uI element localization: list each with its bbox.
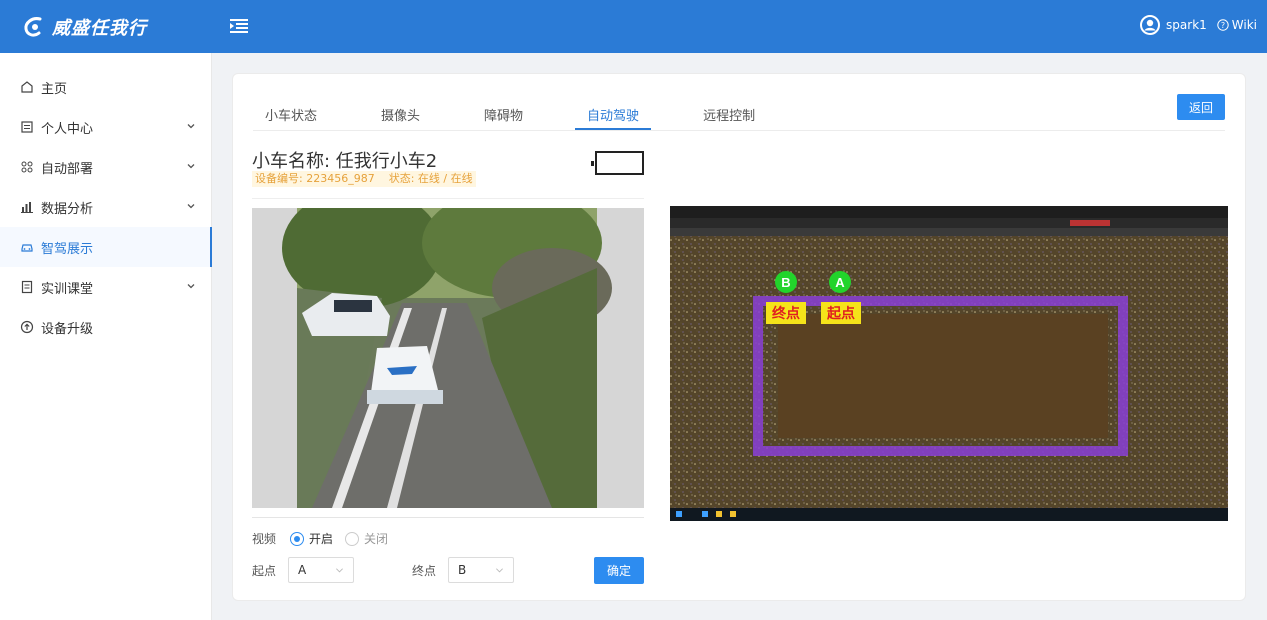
map-label-end: 终点: [772, 305, 800, 322]
sidebar-item-label: 智驾展示: [41, 241, 94, 257]
username[interactable]: spark1: [1166, 18, 1207, 32]
sidebar-item-label: 个人中心: [41, 121, 94, 137]
camera-video-feed[interactable]: [252, 208, 644, 508]
sidebar-item-label: 设备升级: [41, 321, 94, 337]
sidebar-item-label: 自动部署: [41, 161, 94, 177]
sidebar-item-label: 实训课堂: [41, 281, 94, 297]
route-map-view[interactable]: B A 终点 起点: [670, 206, 1228, 521]
route-row: 起点 A 终点 B: [252, 557, 515, 583]
battery-icon: [591, 151, 644, 175]
radio-dot-icon: [290, 531, 305, 546]
video-on-label: 开启: [309, 532, 334, 546]
chevron-down-icon: [187, 124, 195, 129]
back-button[interactable]: 返回: [1177, 94, 1225, 120]
confirm-button[interactable]: 确定: [594, 557, 644, 584]
grid-icon: [21, 161, 33, 173]
sidebar-item-label: 数据分析: [41, 201, 94, 217]
sidebar-item-deploy[interactable]: 自动部署: [0, 147, 211, 187]
main-card: 小车状态 摄像头 障碍物 自动驾驶 远程控制 返回 小车名称: 任我行小车2 设…: [232, 73, 1246, 601]
map-canvas: B A 终点 起点: [670, 206, 1228, 521]
sidebar-item-smart-driving[interactable]: 智驾展示: [0, 227, 212, 267]
chevron-down-icon: [187, 284, 195, 289]
wiki-link[interactable]: Wiki: [1232, 18, 1257, 32]
start-select-value: A: [298, 563, 307, 577]
tab-obstacle[interactable]: 障碍物: [472, 96, 535, 130]
car-info-badge: 设备编号: 223456_987 状态: 在线 / 在线: [252, 171, 476, 187]
tab-remote-control[interactable]: 远程控制: [691, 96, 767, 130]
book-icon: [21, 280, 33, 294]
upgrade-icon: [20, 320, 34, 334]
sidebar-item-label: 主页: [41, 81, 68, 97]
logo-icon: [24, 17, 42, 37]
tab-camera[interactable]: 摄像头: [369, 96, 432, 130]
sidebar: 主页 个人中心 自动部署 数据分析 智驾展示 实训课堂 设备升级: [0, 53, 212, 620]
video-label: 视频: [252, 532, 277, 546]
map-marker-b-letter: B: [781, 275, 790, 290]
car-icon: [21, 244, 33, 252]
bar-chart-icon: [21, 202, 33, 213]
tab-autodrive[interactable]: 自动驾驶: [575, 96, 652, 130]
sidebar-item-analytics[interactable]: 数据分析: [0, 187, 211, 227]
profile-icon: [21, 121, 33, 133]
user-avatar-icon[interactable]: [1140, 15, 1161, 35]
sidebar-item-training[interactable]: 实训课堂: [0, 267, 211, 307]
svg-text:?: ?: [1221, 21, 1225, 30]
sidebar-item-home[interactable]: 主页: [0, 67, 211, 107]
chevron-down-icon: [187, 164, 195, 169]
user-area: spark1 ? Wiki: [1140, 15, 1257, 35]
start-label: 起点: [252, 563, 277, 578]
map-label-start: 起点: [826, 305, 855, 322]
video-off-label: 关闭: [364, 532, 389, 546]
video-toggle-row: 视频 开启 关闭: [252, 530, 388, 547]
sidebar-item-upgrade[interactable]: 设备升级: [0, 307, 211, 347]
device-id: 设备编号: 223456_987: [255, 172, 375, 185]
end-select-value: B: [458, 563, 467, 577]
start-select[interactable]: A: [288, 557, 355, 583]
map-marker-a-letter: A: [835, 275, 845, 290]
help-circle-icon: ?: [1217, 19, 1229, 31]
info-divider: [252, 198, 644, 199]
car-name: 小车名称: 任我行小车2: [252, 151, 438, 172]
end-select[interactable]: B: [448, 557, 515, 583]
radio-dot-icon: [345, 531, 360, 546]
home-icon: [21, 81, 33, 93]
sidebar-item-profile[interactable]: 个人中心: [0, 107, 211, 147]
video-divider: [252, 517, 644, 518]
tab-car-status[interactable]: 小车状态: [253, 96, 329, 130]
chevron-down-icon: [336, 568, 343, 573]
tab-bar: 小车状态 摄像头 障碍物 自动驾驶 远程控制: [253, 96, 807, 130]
car-status: 状态: 在线 / 在线: [388, 172, 473, 185]
tab-divider: [253, 130, 1225, 131]
video-off-radio[interactable]: 关闭: [345, 530, 388, 547]
app-title: 威盛任我行: [52, 18, 147, 39]
end-label: 终点: [412, 563, 437, 578]
app-logo[interactable]: 威盛任我行: [22, 14, 147, 40]
top-bar: 威盛任我行 spark1 ? Wiki: [0, 0, 1267, 53]
chevron-down-icon: [496, 568, 503, 573]
chevron-down-icon: [187, 204, 195, 209]
menu-toggle-icon[interactable]: [230, 18, 248, 34]
video-on-radio[interactable]: 开启: [290, 530, 333, 547]
video-frame: [252, 208, 644, 508]
